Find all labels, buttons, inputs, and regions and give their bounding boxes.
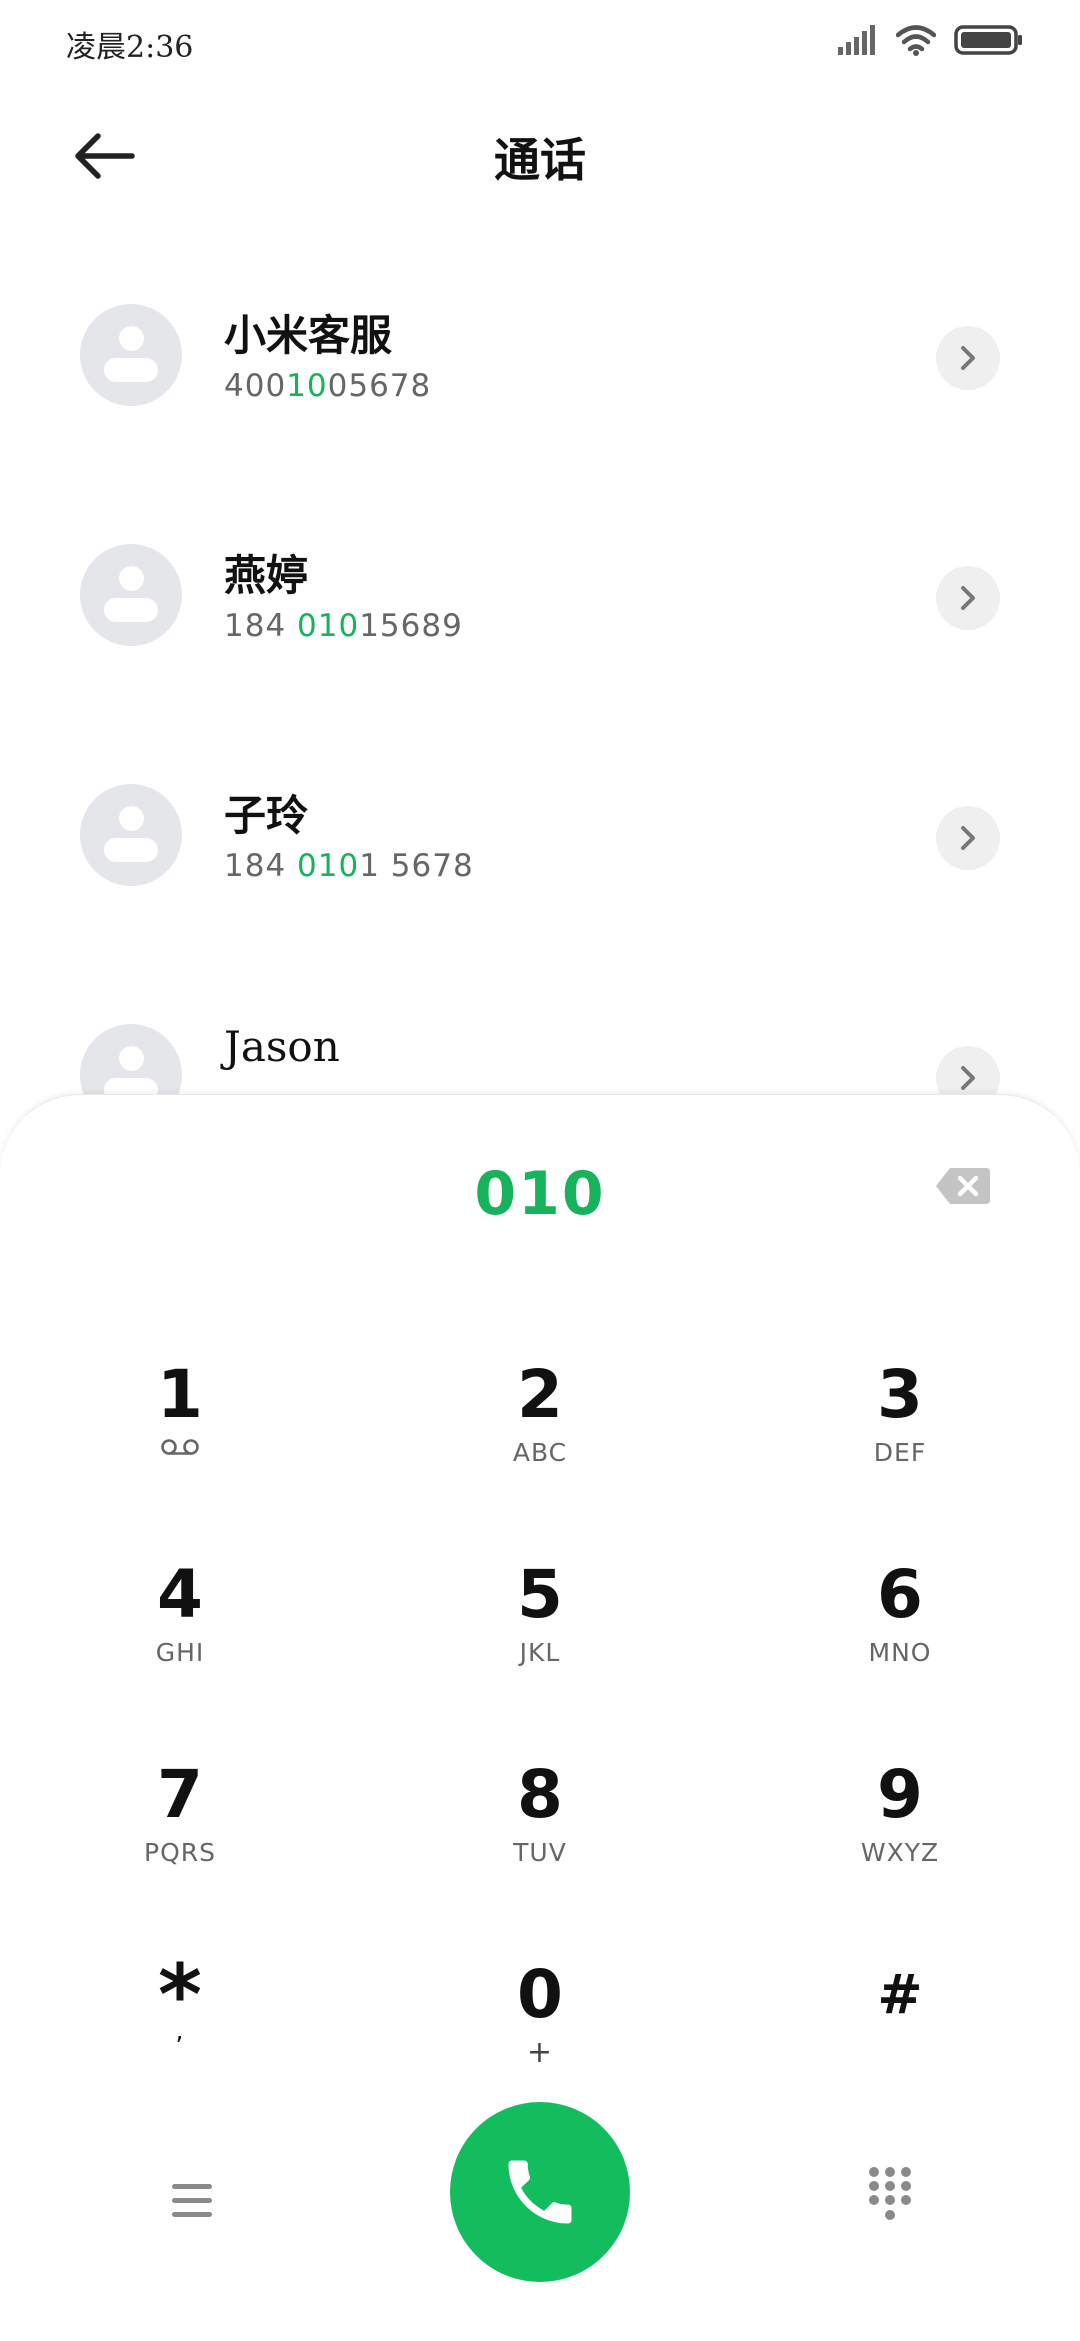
contact-name: Jason — [224, 1022, 340, 1071]
status-icons — [838, 24, 1024, 56]
backspace-icon — [936, 1168, 990, 1204]
chevron-right-icon — [961, 826, 975, 850]
voicemail-icon — [161, 1439, 199, 1455]
dialpad-toggle-button[interactable] — [862, 2164, 918, 2224]
dialpad-icon — [869, 2167, 911, 2220]
key-4[interactable]: 4 GHI — [60, 1541, 300, 1711]
status-time: 凌晨2:36 — [66, 30, 194, 65]
battery-icon — [954, 25, 1022, 55]
contact-detail-button[interactable] — [936, 566, 1000, 630]
contact-row[interactable]: 小米客服 4001005678 — [0, 254, 1080, 474]
chevron-right-icon — [961, 1066, 975, 1090]
key-3[interactable]: 3 DEF — [780, 1341, 1020, 1511]
header: 通话 — [0, 96, 1080, 216]
chevron-right-icon — [961, 346, 975, 370]
contact-detail-button[interactable] — [936, 806, 1000, 870]
contact-number: 184 01015689 — [224, 608, 463, 644]
contact-name: 小米客服 — [224, 311, 393, 360]
contact-number: 4001005678 — [224, 368, 432, 404]
avatar — [80, 544, 182, 646]
contact-row[interactable]: 燕婷 184 01015689 — [0, 494, 1080, 714]
key-5[interactable]: 5 JKL — [420, 1541, 660, 1711]
contact-number: 184 0101 5678 — [224, 848, 474, 884]
key-9[interactable]: 9 WXYZ — [780, 1741, 1020, 1911]
avatar — [80, 304, 182, 406]
key-7[interactable]: 7 PQRS — [60, 1741, 300, 1911]
call-button[interactable] — [450, 2102, 630, 2282]
key-6[interactable]: 6 MNO — [780, 1541, 1020, 1711]
key-star[interactable]: * , — [60, 1941, 300, 2111]
page-title: 通话 — [494, 133, 586, 187]
avatar — [80, 784, 182, 886]
contact-name: 子玲 — [224, 791, 309, 840]
signal-icon — [838, 25, 875, 55]
contact-detail-button[interactable] — [936, 326, 1000, 390]
status-bar: 凌晨2:36 — [0, 0, 1080, 96]
key-1[interactable]: 1 — [60, 1341, 300, 1511]
menu-icon — [172, 2183, 212, 2217]
chevron-right-icon — [961, 586, 975, 610]
key-hash[interactable]: # — [780, 1941, 1020, 2111]
contact-row[interactable]: 子玲 184 0101 5678 — [0, 734, 1080, 954]
dial-number-display[interactable]: 010 — [0, 1159, 1080, 1229]
menu-button[interactable] — [160, 2168, 224, 2232]
wifi-icon — [896, 25, 936, 56]
key-8[interactable]: 8 TUV — [420, 1741, 660, 1911]
contact-name: 燕婷 — [224, 551, 309, 600]
key-0[interactable]: 0 + — [420, 1941, 660, 2111]
backspace-button[interactable] — [934, 1165, 992, 1207]
key-2[interactable]: 2 ABC — [420, 1341, 660, 1511]
phone-icon — [508, 2160, 572, 2224]
